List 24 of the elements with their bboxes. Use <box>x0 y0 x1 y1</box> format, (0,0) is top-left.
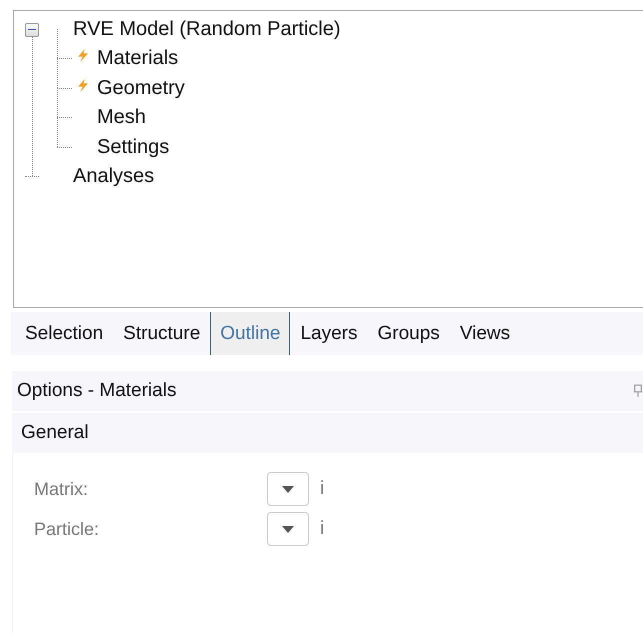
dropdown-arrow-icon <box>282 526 294 532</box>
tab[interactable]: Outline <box>210 312 290 355</box>
tab[interactable]: Layers <box>290 312 368 355</box>
pin-icon[interactable] <box>633 384 643 398</box>
dropdown[interactable] <box>267 472 309 506</box>
tree-item[interactable]: Mesh <box>97 106 146 130</box>
dropdown[interactable] <box>267 512 309 546</box>
section-title: General <box>21 422 89 444</box>
field-label: Matrix: <box>33 478 89 500</box>
tree-item[interactable]: Geometry <box>97 76 185 100</box>
tree-item[interactable]: Materials <box>97 47 178 70</box>
tab[interactable]: Views <box>450 312 520 355</box>
tree-item[interactable]: RVE Model (Random Particle) <box>73 18 341 41</box>
tree-item[interactable]: Settings <box>97 136 170 159</box>
field-label: Particle: <box>33 518 100 540</box>
collapse-icon[interactable] <box>25 22 39 36</box>
panel-title: Options - Materials <box>17 380 176 402</box>
info-mark[interactable]: i <box>320 478 324 500</box>
tree-item[interactable]: Analyses <box>73 165 154 188</box>
tab[interactable]: Groups <box>368 312 450 355</box>
info-mark[interactable]: i <box>320 518 324 540</box>
tab[interactable]: Structure <box>113 312 210 355</box>
tab[interactable]: Selection <box>15 312 114 355</box>
dropdown-arrow-icon <box>282 486 294 492</box>
